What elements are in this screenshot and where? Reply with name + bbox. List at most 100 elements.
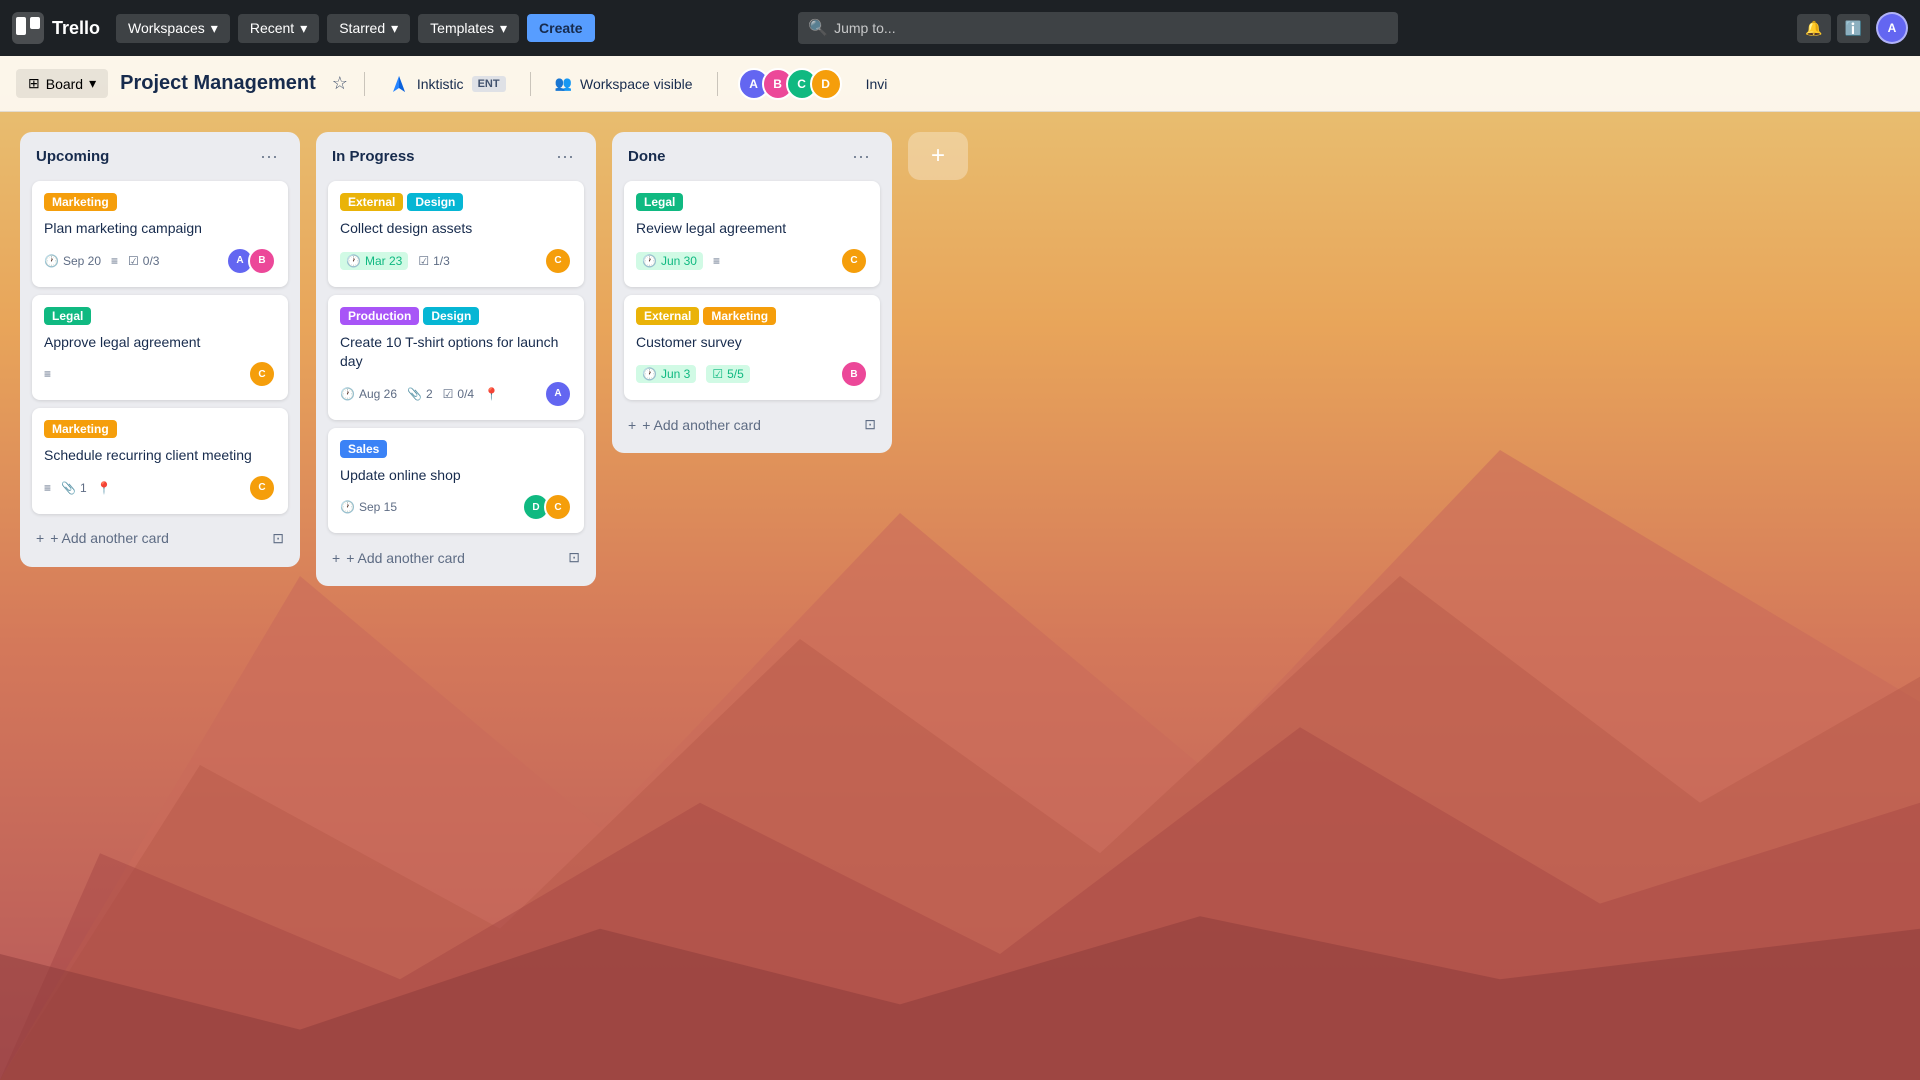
pin-icon: 📍 <box>484 387 499 401</box>
chevron-down-icon: ▾ <box>211 20 218 37</box>
list-menu-button-done[interactable]: ··· <box>846 144 876 169</box>
card-avatar-3: C <box>544 247 572 275</box>
chevron-down-icon: ▾ <box>500 20 507 37</box>
workspace-visible-label: Workspace visible <box>580 76 693 92</box>
card-avatars: C <box>550 247 572 275</box>
card-meta: 🕐 Sep 15 <box>340 500 397 514</box>
board-view-label: Board <box>46 76 83 92</box>
card-title: Approve legal agreement <box>44 333 276 353</box>
meta-date: 🕐 Sep 15 <box>340 500 397 514</box>
list-header-upcoming: Upcoming ··· <box>32 144 288 173</box>
card-meta: ≡ <box>44 367 51 381</box>
meta-lines: ≡ <box>713 254 720 268</box>
add-card-label: + Add another card <box>642 417 761 433</box>
card-labels: Marketing <box>44 420 276 438</box>
checklist-icon: ☑ <box>712 367 723 381</box>
workspaces-button[interactable]: Workspaces ▾ <box>116 14 230 43</box>
chevron-down-icon: ▾ <box>391 20 398 37</box>
board-content: Upcoming ··· Marketing Plan marketing ca… <box>0 112 1920 1080</box>
template-icon: ⊡ <box>568 549 580 566</box>
card-labels: External Marketing <box>636 307 868 325</box>
card-customer-survey[interactable]: External Marketing Customer survey 🕐 Jun… <box>624 295 880 401</box>
board-grid-icon: ⊞ <box>28 75 40 92</box>
card-collect-design[interactable]: External Design Collect design assets 🕐 … <box>328 181 584 287</box>
clock-icon: 🕐 <box>340 387 355 401</box>
list-in-progress: In Progress ··· External Design Collect … <box>316 132 596 586</box>
card-avatar-3: C <box>248 360 276 388</box>
checklist-icon: ☑ <box>128 254 139 268</box>
card-labels: Legal <box>44 307 276 325</box>
meta-date: 🕐 Sep 20 <box>44 254 101 268</box>
divider-2 <box>530 72 531 96</box>
create-button[interactable]: Create <box>527 14 595 42</box>
meta-checklist: ☑ 0/4 <box>443 387 474 401</box>
meta-date: 🕐 Aug 26 <box>340 387 397 401</box>
card-approve-legal[interactable]: Legal Approve legal agreement ≡ C <box>32 295 288 401</box>
list-menu-button-in-progress[interactable]: ··· <box>550 144 580 169</box>
clock-icon: 🕐 <box>340 500 355 514</box>
member-avatar-4[interactable]: D <box>810 68 842 100</box>
paperclip-icon: 📎 <box>407 387 422 401</box>
card-meta: 🕐 Jun 3 ☑ 5/5 <box>636 365 750 383</box>
star-button[interactable]: ☆ <box>328 69 352 98</box>
workspaces-label: Workspaces <box>128 20 205 36</box>
label-legal: Legal <box>44 307 91 325</box>
starred-button[interactable]: Starred ▾ <box>327 14 410 43</box>
atlassian-icon <box>389 74 409 94</box>
user-avatar[interactable]: A <box>1876 12 1908 44</box>
invite-button[interactable]: Invi <box>854 70 900 98</box>
card-title: Schedule recurring client meeting <box>44 446 276 466</box>
card-avatars: D C <box>528 493 572 521</box>
card-create-tshirt[interactable]: Production Design Create 10 T-shirt opti… <box>328 295 584 420</box>
recent-button[interactable]: Recent ▾ <box>238 14 319 43</box>
meta-lines: ≡ <box>44 367 51 381</box>
card-footer: 🕐 Mar 23 ☑ 1/3 C <box>340 247 572 275</box>
add-card-button-done[interactable]: + + Add another card ⊡ <box>624 408 880 441</box>
add-list-button[interactable]: + <box>908 132 968 180</box>
date-value: Sep 20 <box>63 254 101 268</box>
card-title: Customer survey <box>636 333 868 353</box>
card-update-shop[interactable]: Sales Update online shop 🕐 Sep 15 D C <box>328 428 584 534</box>
board-header: ⊞ Board ▾ Project Management ☆ Inktistic… <box>0 56 1920 112</box>
workspace-button[interactable]: Inktistic ENT <box>377 68 518 100</box>
label-external: External <box>636 307 699 325</box>
card-avatar-3: C <box>248 474 276 502</box>
list-menu-button-upcoming[interactable]: ··· <box>254 144 284 169</box>
board-title: Project Management <box>120 72 316 95</box>
card-footer: ≡ 📎 1 📍 C <box>44 474 276 502</box>
card-footer: 🕐 Aug 26 📎 2 ☑ 0/4 📍 <box>340 380 572 408</box>
checklist-value: 0/3 <box>143 254 160 268</box>
card-review-legal[interactable]: Legal Review legal agreement 🕐 Jun 30 ≡ … <box>624 181 880 287</box>
date-value: Sep 15 <box>359 500 397 514</box>
card-plan-marketing[interactable]: Marketing Plan marketing campaign 🕐 Sep … <box>32 181 288 287</box>
card-meta: 🕐 Mar 23 ☑ 1/3 <box>340 252 450 270</box>
checklist-value: 1/3 <box>433 254 450 268</box>
templates-button[interactable]: Templates ▾ <box>418 14 519 43</box>
card-schedule-meeting[interactable]: Marketing Schedule recurring client meet… <box>32 408 288 514</box>
add-card-button-upcoming[interactable]: + + Add another card ⊡ <box>32 522 288 555</box>
search-icon: 🔍 <box>808 18 828 38</box>
date-value: Jun 3 <box>661 367 690 381</box>
lines-icon: ≡ <box>713 254 720 268</box>
info-button[interactable]: ℹ️ <box>1837 14 1870 43</box>
search-input[interactable] <box>798 12 1398 44</box>
notifications-button[interactable]: 🔔 <box>1797 14 1830 43</box>
card-meta: 🕐 Aug 26 📎 2 ☑ 0/4 📍 <box>340 387 499 401</box>
label-design: Design <box>407 193 463 211</box>
card-labels: Production Design <box>340 307 572 325</box>
card-footer: 🕐 Jun 30 ≡ C <box>636 247 868 275</box>
add-card-label: + Add another card <box>346 550 465 566</box>
add-card-button-in-progress[interactable]: + + Add another card ⊡ <box>328 541 584 574</box>
plus-icon: + <box>628 417 636 433</box>
clock-icon: 🕐 <box>642 367 657 381</box>
lines-icon: ≡ <box>44 367 51 381</box>
card-avatar-2: B <box>840 360 868 388</box>
board-view-button[interactable]: ⊞ Board ▾ <box>16 69 108 98</box>
label-marketing: Marketing <box>44 420 117 438</box>
meta-date-green: 🕐 Mar 23 <box>340 252 408 270</box>
lines-icon: ≡ <box>111 254 118 268</box>
card-meta: 🕐 Jun 30 ≡ <box>636 252 720 270</box>
meta-attachment: 📎 2 <box>407 387 433 401</box>
workspace-visible-button[interactable]: 👥 Workspace visible <box>543 69 705 98</box>
people-icon: 👥 <box>555 75 572 92</box>
